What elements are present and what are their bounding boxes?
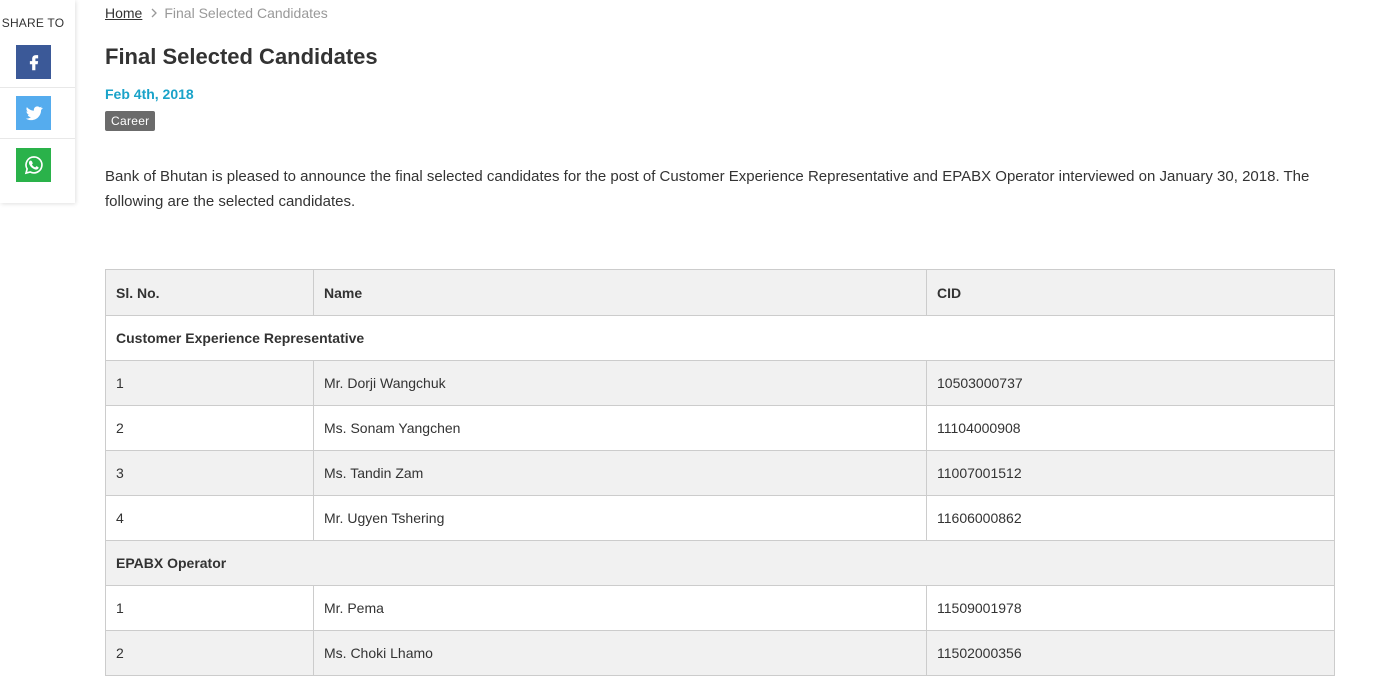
whatsapp-share-button[interactable] xyxy=(16,148,51,182)
breadcrumb-current: Final Selected Candidates xyxy=(164,5,328,21)
cell-sl-no: 1 xyxy=(105,585,314,631)
share-divider xyxy=(0,87,75,88)
table-row: 2 Ms. Sonam Yangchen 11104000908 xyxy=(105,405,1335,451)
facebook-icon xyxy=(29,55,38,71)
cell-sl-no: 2 xyxy=(105,405,314,451)
share-sidebar: SHARE TO xyxy=(0,0,75,203)
table-row: 4 Mr. Ugyen Tshering 11606000862 xyxy=(105,495,1335,541)
column-header-name: Name xyxy=(313,269,927,316)
group-row: EPABX Operator xyxy=(105,540,1335,586)
cell-name: Ms. Choki Lhamo xyxy=(313,630,927,676)
column-header-sl-no: Sl. No. xyxy=(105,269,314,316)
whatsapp-icon xyxy=(24,156,43,175)
breadcrumb-home-link[interactable]: Home xyxy=(105,5,142,21)
candidates-table: Sl. No. Name CID Customer Experience Rep… xyxy=(105,269,1335,676)
column-header-cid: CID xyxy=(926,269,1335,316)
cell-sl-no: 2 xyxy=(105,630,314,676)
table-row: 3 Ms. Tandin Zam 11007001512 xyxy=(105,450,1335,496)
table-header-row: Sl. No. Name CID xyxy=(105,269,1335,316)
page-title: Final Selected Candidates xyxy=(105,44,378,69)
chevron-right-icon xyxy=(150,8,158,18)
cell-name: Mr. Dorji Wangchuk xyxy=(313,360,927,406)
group-row: Customer Experience Representative xyxy=(105,315,1335,361)
twitter-icon xyxy=(25,106,43,121)
breadcrumb: Home Final Selected Candidates xyxy=(105,5,328,21)
cell-name: Mr. Pema xyxy=(313,585,927,631)
share-title: SHARE TO xyxy=(1,16,65,30)
cell-cid: 10503000737 xyxy=(926,360,1335,406)
facebook-share-button[interactable] xyxy=(16,45,51,79)
cell-cid: 11509001978 xyxy=(926,585,1335,631)
twitter-share-button[interactable] xyxy=(16,96,51,130)
share-divider xyxy=(0,138,75,139)
cell-name: Ms. Tandin Zam xyxy=(313,450,927,496)
cell-name: Ms. Sonam Yangchen xyxy=(313,405,927,451)
cell-sl-no: 1 xyxy=(105,360,314,406)
cell-cid: 11104000908 xyxy=(926,405,1335,451)
cell-cid: 11502000356 xyxy=(926,630,1335,676)
category-tag[interactable]: Career xyxy=(105,111,156,131)
cell-sl-no: 3 xyxy=(105,450,314,496)
group-title: Customer Experience Representative xyxy=(105,315,1335,361)
table-row: 2 Ms. Choki Lhamo 11502000356 xyxy=(105,630,1335,676)
cell-cid: 11606000862 xyxy=(926,495,1335,541)
post-date: Feb 4th, 2018 xyxy=(105,86,194,102)
cell-cid: 11007001512 xyxy=(926,450,1335,496)
cell-name: Mr. Ugyen Tshering xyxy=(313,495,927,541)
cell-sl-no: 4 xyxy=(105,495,314,541)
table-row: 1 Mr. Dorji Wangchuk 10503000737 xyxy=(105,360,1335,406)
group-title: EPABX Operator xyxy=(105,540,1335,586)
table-row: 1 Mr. Pema 11509001978 xyxy=(105,585,1335,631)
article-intro: Bank of Bhutan is pleased to announce th… xyxy=(105,168,1310,210)
